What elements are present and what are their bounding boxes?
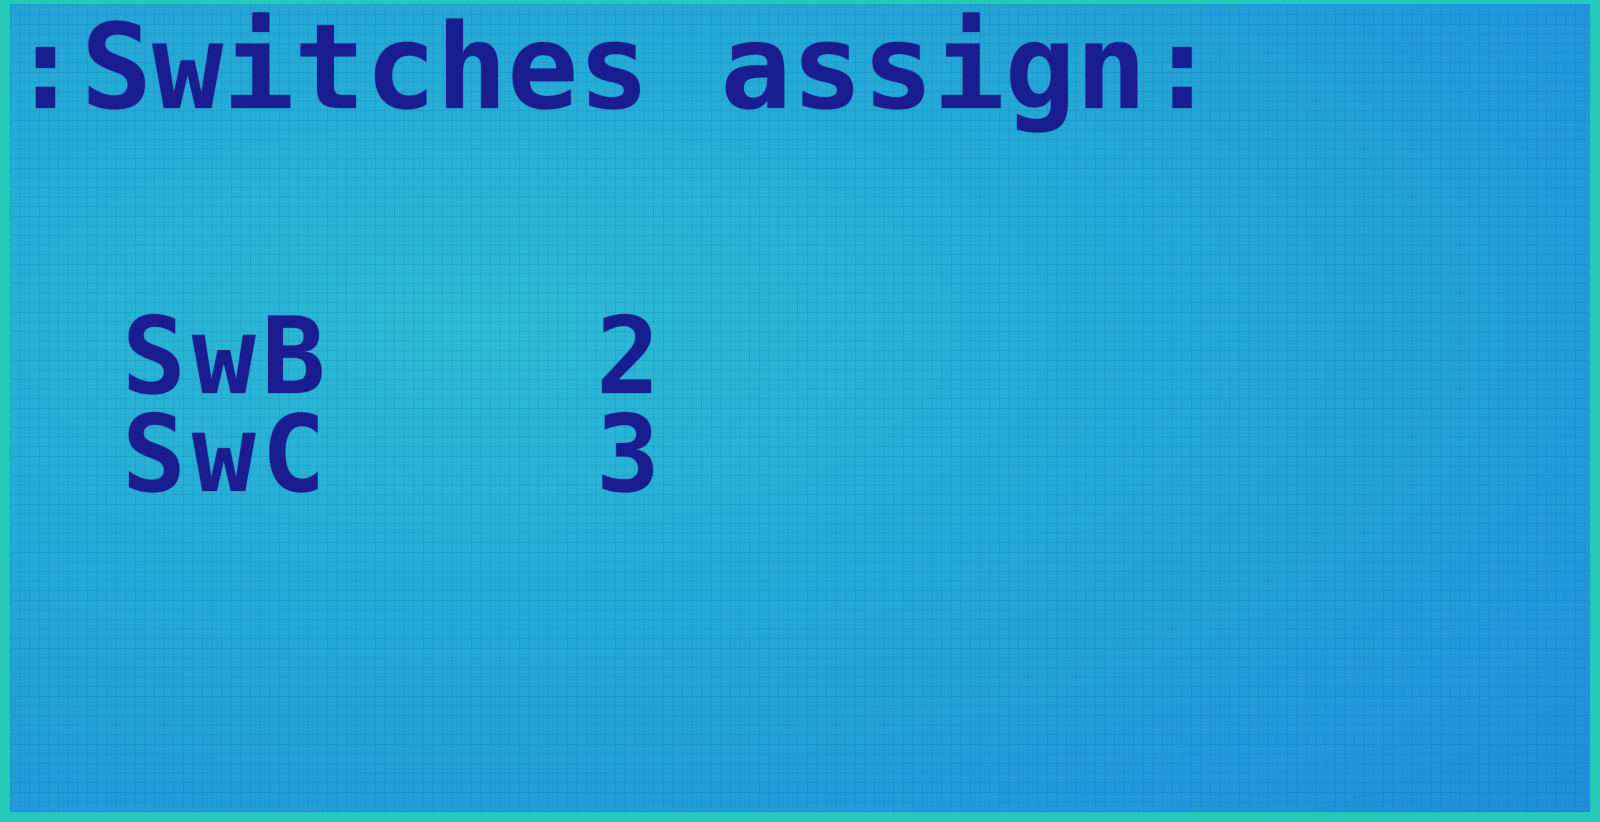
lcd-screen: :Switches assign: SwB 2 SwC 3 <box>0 0 1600 822</box>
screen-title: :Switches assign: <box>10 0 1218 136</box>
switch-channel-value: 3 <box>596 393 660 516</box>
switch-name: SwC <box>122 393 332 516</box>
